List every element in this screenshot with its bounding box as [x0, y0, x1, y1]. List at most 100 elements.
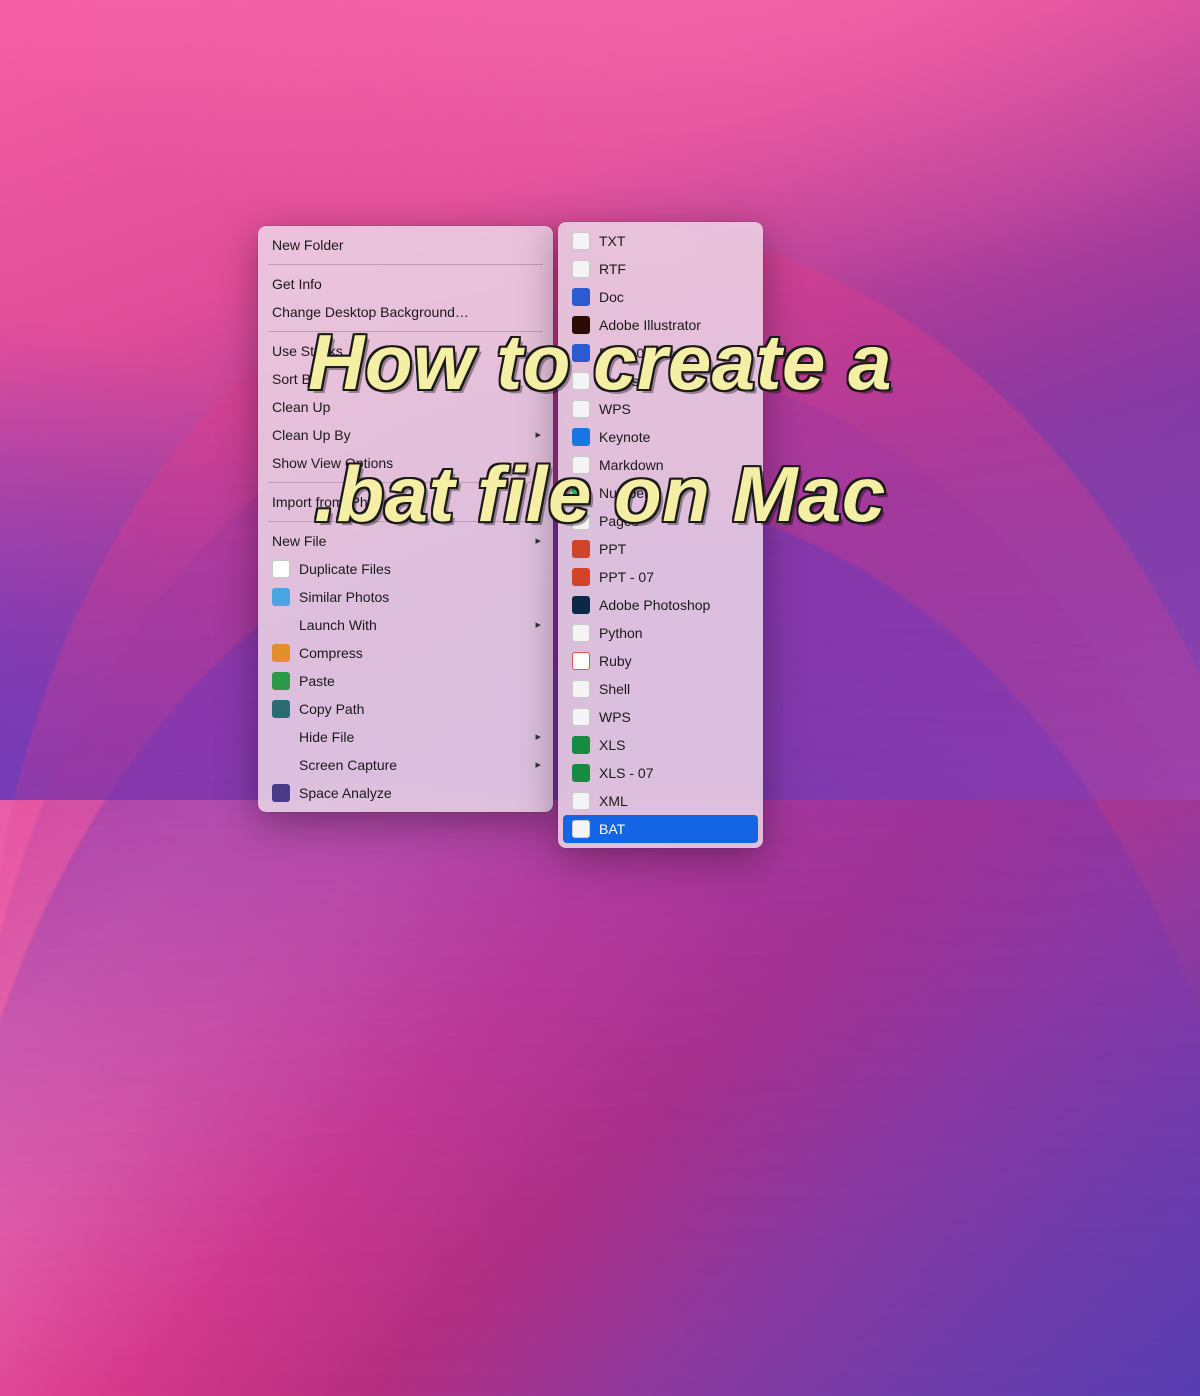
- wps-file-icon: [572, 400, 590, 418]
- ppt-file-icon: [572, 540, 590, 558]
- menu-item[interactable]: Duplicate Files: [258, 555, 553, 583]
- paste-icon: [272, 672, 290, 690]
- submenu-item[interactable]: WPS: [558, 703, 763, 731]
- submenu-item-label: TXT: [599, 230, 625, 252]
- menu-item-label: Paste: [299, 670, 335, 692]
- submenu-item-label: WPS: [599, 706, 631, 728]
- photo-icon: [272, 588, 290, 606]
- bat-file-icon: [572, 820, 590, 838]
- submenu-item[interactable]: Markdown: [558, 451, 763, 479]
- submenu-item[interactable]: XLS - 07: [558, 759, 763, 787]
- menu-item-label: Compress: [299, 642, 363, 664]
- submenu-item[interactable]: XML: [558, 787, 763, 815]
- space-icon: [272, 784, 290, 802]
- menu-item[interactable]: Clean Up By: [258, 421, 553, 449]
- submenu-item[interactable]: Python: [558, 619, 763, 647]
- menu-item-label: Copy Path: [299, 698, 364, 720]
- submenu-item-label: Markdown: [599, 454, 664, 476]
- key-file-icon: [572, 428, 590, 446]
- submenu-item[interactable]: Pages: [558, 507, 763, 535]
- submenu-item[interactable]: RTF: [558, 255, 763, 283]
- submenu-item[interactable]: Adobe Photoshop: [558, 591, 763, 619]
- submenu-item-label: WPS: [599, 398, 631, 420]
- submenu-item-label: Python: [599, 622, 643, 644]
- menu-item[interactable]: Change Desktop Background…: [258, 298, 553, 326]
- submenu-item-label: PPT - 07: [599, 566, 654, 588]
- menu-item-label: Use Stacks: [272, 340, 343, 362]
- submenu-item[interactable]: Pages: [558, 367, 763, 395]
- txt-file-icon: [572, 232, 590, 250]
- submenu-item-label: PPT: [599, 538, 626, 560]
- ai-file-icon: [572, 316, 590, 334]
- menu-separator: [268, 521, 543, 522]
- menu-item[interactable]: Use Stacks: [258, 337, 553, 365]
- xls-file-icon: [572, 736, 590, 754]
- submenu-item-label: Doc - 07: [599, 342, 652, 364]
- desktop-context-menu: New Folder Get Info Change Desktop Backgro…: [258, 226, 553, 812]
- menu-item[interactable]: Space Analyze: [258, 779, 553, 807]
- comp-icon: [272, 644, 290, 662]
- menu-item-label: Import from iPhone: [272, 491, 391, 513]
- submenu-item[interactable]: Ruby: [558, 647, 763, 675]
- new-file-submenu: TXT RTF Doc Adobe Illustrator Doc - 07 Pages W…: [558, 222, 763, 848]
- submenu-item-label: RTF: [599, 258, 626, 280]
- submenu-item-label: Adobe Photoshop: [599, 594, 710, 616]
- menu-item-label: Clean Up: [272, 396, 330, 418]
- submenu-item[interactable]: Adobe Illustrator: [558, 311, 763, 339]
- menu-item[interactable]: New File: [258, 527, 553, 555]
- submenu-item-label: Doc: [599, 286, 624, 308]
- submenu-item[interactable]: Numbers: [558, 479, 763, 507]
- submenu-item-label: Shell: [599, 678, 630, 700]
- submenu-item[interactable]: Doc: [558, 283, 763, 311]
- menu-item[interactable]: Launch With: [258, 611, 553, 639]
- menu-item[interactable]: Screen Capture: [258, 751, 553, 779]
- menu-item-label: Space Analyze: [299, 782, 392, 804]
- menu-separator: [268, 482, 543, 483]
- menu-item-label: Launch With: [299, 614, 377, 636]
- menu-item[interactable]: Hide File: [258, 723, 553, 751]
- submenu-item[interactable]: Doc - 07: [558, 339, 763, 367]
- menu-item[interactable]: Paste: [258, 667, 553, 695]
- txt-file-icon: [572, 512, 590, 530]
- submenu-item[interactable]: Shell: [558, 675, 763, 703]
- submenu-item-label: Numbers: [599, 482, 656, 504]
- dup-icon: [272, 560, 290, 578]
- md-file-icon: [572, 456, 590, 474]
- menu-item[interactable]: Show View Options: [258, 449, 553, 477]
- submenu-item[interactable]: WPS: [558, 395, 763, 423]
- submenu-item-label: Ruby: [599, 650, 632, 672]
- wps-file-icon: [572, 708, 590, 726]
- xml-file-icon: [572, 792, 590, 810]
- rtf-file-icon: [572, 260, 590, 278]
- copy-icon: [272, 700, 290, 718]
- doc-file-icon: [572, 288, 590, 306]
- submenu-item[interactable]: PPT: [558, 535, 763, 563]
- menu-item[interactable]: Copy Path: [258, 695, 553, 723]
- menu-item[interactable]: Get Info: [258, 270, 553, 298]
- menu-item-label: Get Info: [272, 273, 322, 295]
- menu-item[interactable]: New Folder: [258, 231, 553, 259]
- menu-item-label: New File: [272, 530, 326, 552]
- submenu-item[interactable]: TXT: [558, 227, 763, 255]
- menu-item[interactable]: Similar Photos: [258, 583, 553, 611]
- menu-separator: [268, 331, 543, 332]
- doc07-file-icon: [572, 344, 590, 362]
- submenu-item[interactable]: BAT: [563, 815, 758, 843]
- menu-item-label: Sort By: [272, 368, 318, 390]
- submenu-item-label: Pages: [599, 370, 639, 392]
- shell-file-icon: [572, 680, 590, 698]
- submenu-item[interactable]: PPT - 07: [558, 563, 763, 591]
- submenu-item-label: XLS: [599, 734, 625, 756]
- menu-item[interactable]: Sort By: [258, 365, 553, 393]
- menu-item-label: Screen Capture: [299, 754, 397, 776]
- submenu-item-label: XML: [599, 790, 628, 812]
- submenu-item[interactable]: XLS: [558, 731, 763, 759]
- menu-item[interactable]: Import from iPhone: [258, 488, 553, 516]
- menu-item-label: Similar Photos: [299, 586, 389, 608]
- submenu-item[interactable]: Keynote: [558, 423, 763, 451]
- menu-item[interactable]: Clean Up: [258, 393, 553, 421]
- menu-item[interactable]: Compress: [258, 639, 553, 667]
- menu-item-label: Change Desktop Background…: [272, 301, 469, 323]
- py-file-icon: [572, 624, 590, 642]
- submenu-item-label: Pages: [599, 510, 639, 532]
